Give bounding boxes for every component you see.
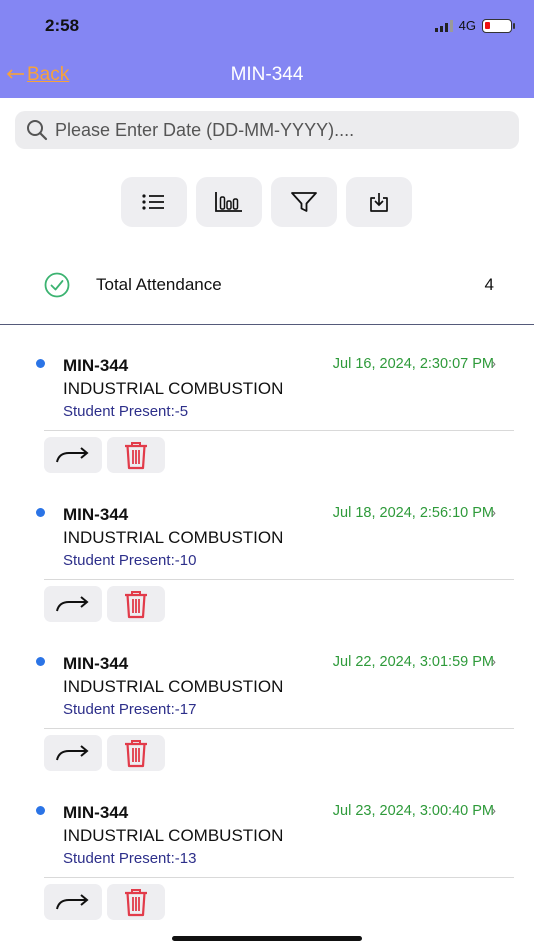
record-present: Student Present:-13 [63, 850, 197, 867]
total-attendance-count: 4 [484, 275, 494, 294]
status-dot [36, 359, 45, 368]
delete-button[interactable] [107, 735, 165, 771]
search-icon [27, 120, 48, 141]
separator [44, 430, 514, 431]
record-code: MIN-344 [63, 654, 129, 673]
filter-icon [291, 192, 317, 212]
share-arrow-icon [56, 894, 89, 910]
share-arrow-icon [56, 596, 89, 612]
signal-icon [434, 19, 453, 32]
filter-button[interactable] [271, 177, 337, 227]
check-circle-icon [44, 272, 70, 298]
record-code: MIN-344 [63, 803, 129, 822]
status-indicators: 4G [434, 18, 515, 33]
record-subject: INDUSTRIAL COMBUSTION [63, 677, 284, 696]
total-attendance-label: Total Attendance [96, 275, 222, 294]
home-indicator [172, 936, 362, 941]
share-button[interactable] [44, 437, 102, 473]
list-view-button[interactable] [121, 177, 187, 227]
chevron-right-icon: › [491, 504, 496, 520]
record-subject: INDUSTRIAL COMBUSTION [63, 528, 284, 547]
status-time: 2:58 [45, 16, 80, 35]
trash-icon [125, 889, 147, 917]
app-header: 2:58 4G Back MIN-344 [0, 0, 534, 98]
attendance-record[interactable]: MIN-344 Jul 22, 2024, 3:01:59 PM › INDUS… [0, 651, 534, 791]
search-bar [15, 111, 519, 149]
record-date: Jul 23, 2024, 3:00:40 PM [332, 803, 494, 819]
delete-button[interactable] [107, 437, 165, 473]
share-arrow-icon [56, 447, 89, 463]
delete-button[interactable] [107, 884, 165, 920]
list-icon [142, 194, 164, 210]
trash-icon [125, 740, 147, 768]
chevron-right-icon: › [491, 355, 496, 371]
record-date: Jul 16, 2024, 2:30:07 PM [332, 356, 494, 372]
separator [44, 579, 514, 580]
record-subject: INDUSTRIAL COMBUSTION [63, 379, 284, 398]
record-code: MIN-344 [63, 356, 129, 375]
download-button[interactable] [346, 177, 412, 227]
total-attendance-row: Total Attendance 4 [44, 272, 494, 298]
share-button[interactable] [44, 586, 102, 622]
page-title: MIN-344 [230, 64, 304, 85]
separator [44, 728, 514, 729]
date-search-input[interactable] [55, 119, 495, 141]
share-button[interactable] [44, 884, 102, 920]
divider [0, 324, 534, 325]
network-type: 4G [458, 18, 476, 33]
chart-view-button[interactable] [196, 177, 262, 227]
record-date: Jul 22, 2024, 3:01:59 PM [332, 654, 494, 670]
record-present: Student Present:-10 [63, 552, 197, 569]
record-date: Jul 18, 2024, 2:56:10 PM [332, 505, 494, 521]
record-code: MIN-344 [63, 505, 129, 524]
record-subject: INDUSTRIAL COMBUSTION [63, 826, 284, 845]
status-dot [36, 806, 45, 815]
separator [44, 877, 514, 878]
bar-chart-icon [215, 192, 242, 212]
battery-icon [482, 18, 515, 33]
attendance-record[interactable]: MIN-344 Jul 16, 2024, 2:30:07 PM › INDUS… [0, 353, 534, 493]
chevron-right-icon: › [491, 653, 496, 669]
download-icon [370, 193, 388, 212]
status-dot [36, 657, 45, 666]
record-present: Student Present:-17 [63, 701, 197, 718]
toolbar [121, 177, 412, 227]
record-present: Student Present:-5 [63, 403, 189, 420]
chevron-right-icon: › [491, 802, 496, 818]
attendance-record[interactable]: MIN-344 Jul 18, 2024, 2:56:10 PM › INDUS… [0, 502, 534, 642]
share-arrow-icon [56, 745, 89, 761]
status-dot [36, 508, 45, 517]
attendance-record[interactable]: MIN-344 Jul 23, 2024, 3:00:40 PM › INDUS… [0, 800, 534, 940]
delete-button[interactable] [107, 586, 165, 622]
share-button[interactable] [44, 735, 102, 771]
trash-icon [125, 591, 147, 619]
trash-icon [125, 442, 147, 470]
